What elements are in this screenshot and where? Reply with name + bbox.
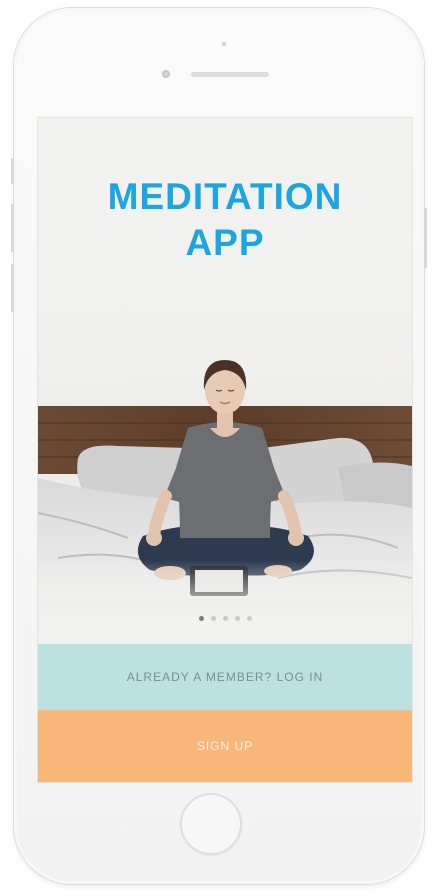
proximity-sensor bbox=[222, 42, 226, 46]
carousel-dot-5[interactable] bbox=[246, 616, 252, 621]
carousel-dot-1[interactable] bbox=[198, 616, 204, 621]
carousel-pagination bbox=[38, 616, 412, 621]
power-button bbox=[424, 208, 427, 268]
app-screen: MEDITATION APP ALREADY A MEMBER? LOG IN … bbox=[38, 118, 412, 782]
carousel-dot-2[interactable] bbox=[210, 616, 216, 621]
carousel-dot-3[interactable] bbox=[222, 616, 228, 621]
mute-switch bbox=[11, 158, 14, 184]
front-camera-icon bbox=[162, 70, 170, 78]
home-button[interactable] bbox=[180, 793, 242, 855]
volume-up-button bbox=[11, 204, 14, 252]
carousel-dot-4[interactable] bbox=[234, 616, 240, 621]
volume-down-button bbox=[11, 264, 14, 312]
app-title-line2: APP bbox=[185, 222, 265, 263]
login-button[interactable]: ALREADY A MEMBER? LOG IN bbox=[38, 644, 412, 710]
app-title: MEDITATION APP bbox=[38, 174, 412, 266]
app-title-line1: MEDITATION bbox=[107, 176, 343, 217]
signup-button[interactable]: SIGN UP bbox=[38, 710, 412, 782]
earpiece-speaker bbox=[191, 72, 269, 77]
